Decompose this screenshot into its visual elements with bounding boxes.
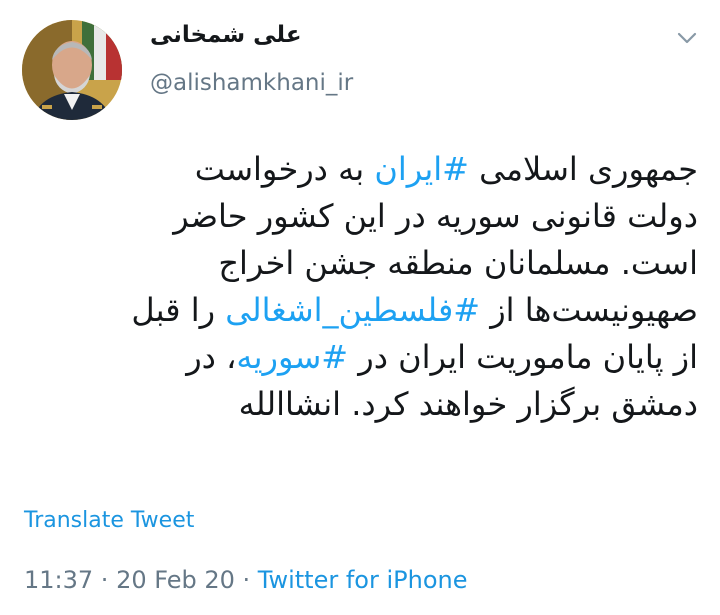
tweet-date[interactable]: 20 Feb 20 (116, 566, 235, 594)
tweet-line: دولت قانونی سوریه در این کشور حاضر (173, 197, 698, 235)
tweet-line: است. مسلمانان منطقه جشن اخراج (218, 244, 698, 282)
tweet-text-segment: جمهوری اسلامی (468, 150, 698, 188)
tweet-source-link[interactable]: Twitter for iPhone (258, 566, 468, 594)
tweet-text: جمهوری اسلامی #ایران به درخواست دولت قان… (8, 146, 698, 428)
hashtag-link[interactable]: #سوریه (236, 338, 348, 376)
tweet-text-segment: ، در (186, 338, 237, 376)
author-handle[interactable]: @alishamkhani_ir (150, 70, 353, 96)
profile-photo (22, 20, 122, 120)
author-display-name[interactable]: علی شمخانی (150, 22, 302, 48)
tweet-text-segment: صهیونیست‌ها از (480, 291, 698, 329)
meta-separator: · (93, 566, 117, 594)
tweet-meta: 11:37 · 20 Feb 20 · Twitter for iPhone (24, 566, 468, 594)
tweet-line: صهیونیست‌ها از #فلسطین_اشغالی را قبل (8, 287, 698, 334)
tweet-line: از پایان ماموریت ایران در #سوریه، در (8, 334, 698, 381)
tweet-text-segment: به درخواست (194, 150, 375, 188)
hashtag-link[interactable]: #فلسطین_اشغالی (225, 291, 480, 329)
tweet-line: دمشق برگزار خواهند کرد. انشاالله (238, 385, 698, 423)
meta-separator: · (234, 566, 258, 594)
tweet-time[interactable]: 11:37 (24, 566, 93, 594)
tweet-card: علی شمخانی @alishamkhani_ir جمهوری اسلام… (0, 0, 720, 615)
translate-tweet-link[interactable]: Translate Tweet (24, 508, 194, 533)
tweet-text-segment: را قبل (131, 291, 226, 329)
tweet-line: جمهوری اسلامی #ایران به درخواست (8, 146, 698, 193)
chevron-down-icon[interactable] (676, 30, 698, 46)
tweet-text-segment: از پایان ماموریت ایران در (348, 338, 698, 376)
avatar[interactable] (22, 20, 122, 120)
hashtag-link[interactable]: #ایران (374, 150, 469, 188)
